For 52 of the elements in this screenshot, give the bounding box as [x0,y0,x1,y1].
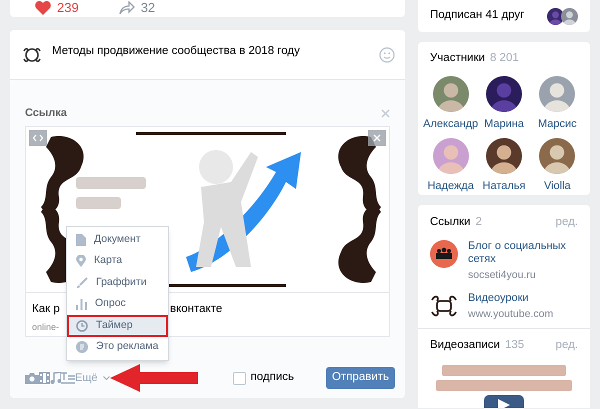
info-icon [76,341,88,354]
menu-item[interactable]: Опрос [67,294,168,315]
member-name[interactable]: Violla [544,178,571,194]
member-name[interactable]: Марсис [538,116,577,132]
camera-icon[interactable] [25,372,39,384]
link-url: online- [32,321,60,334]
document-icon [76,234,86,246]
attachment-label: Ссылка [25,106,67,121]
menu-item[interactable]: Документ [67,229,168,250]
menu-item[interactable]: Карта [67,250,168,272]
music-note-icon[interactable] [50,372,61,384]
group-icon [430,240,458,268]
remove-image-button[interactable] [368,130,386,146]
menu-item[interactable]: Это реклама [67,336,168,358]
section-count: 135 [504,338,526,354]
like-count: 239 [57,1,79,15]
caret-icon [102,376,110,380]
link-title[interactable]: Блог о социальных сетях [468,240,578,266]
arrows-button[interactable] [29,130,47,146]
section-count: 8 201 [490,51,520,66]
member-name[interactable]: Марина [484,116,524,132]
send-button[interactable]: Отправить [326,367,395,389]
link-title[interactable]: Как р [32,301,60,318]
link-title[interactable]: Видеоуроки [468,292,578,305]
share-count: 32 [140,1,156,15]
emoji-icon[interactable] [379,46,395,62]
link-url: socseti4you.ru [468,268,537,283]
text-format-icon[interactable] [61,372,75,384]
link-url: www.youtube.com [468,306,554,322]
arrows-icon [33,134,43,142]
post-text-field[interactable]: Методы продвижение сообщества в 2018 году [52,42,369,60]
member-name[interactable]: Александр [423,116,478,132]
section-count: 2 [476,215,483,230]
share-icon[interactable] [118,1,135,15]
member-name[interactable]: Наталья [482,178,526,194]
menu-item[interactable]: Граффити [67,272,168,294]
clock-icon [76,320,88,332]
signature-checkbox[interactable] [232,372,246,384]
close-icon[interactable] [381,108,390,118]
link-title[interactable]: вконтакте [170,301,222,318]
bar-chart-icon [76,298,87,310]
section-title: Участники [430,51,485,66]
checkbox-label: подпись [250,370,294,386]
menu-item[interactable]: Таймер [67,315,168,336]
film-icon[interactable] [39,372,50,384]
brush-icon [76,276,88,289]
close-icon [373,134,381,142]
section-title: Ссылки [430,215,470,230]
heart-icon[interactable] [35,1,51,15]
member-name[interactable]: Надежда [427,178,474,194]
section-title: Видеозаписи [430,338,500,354]
pin-icon [76,255,86,268]
